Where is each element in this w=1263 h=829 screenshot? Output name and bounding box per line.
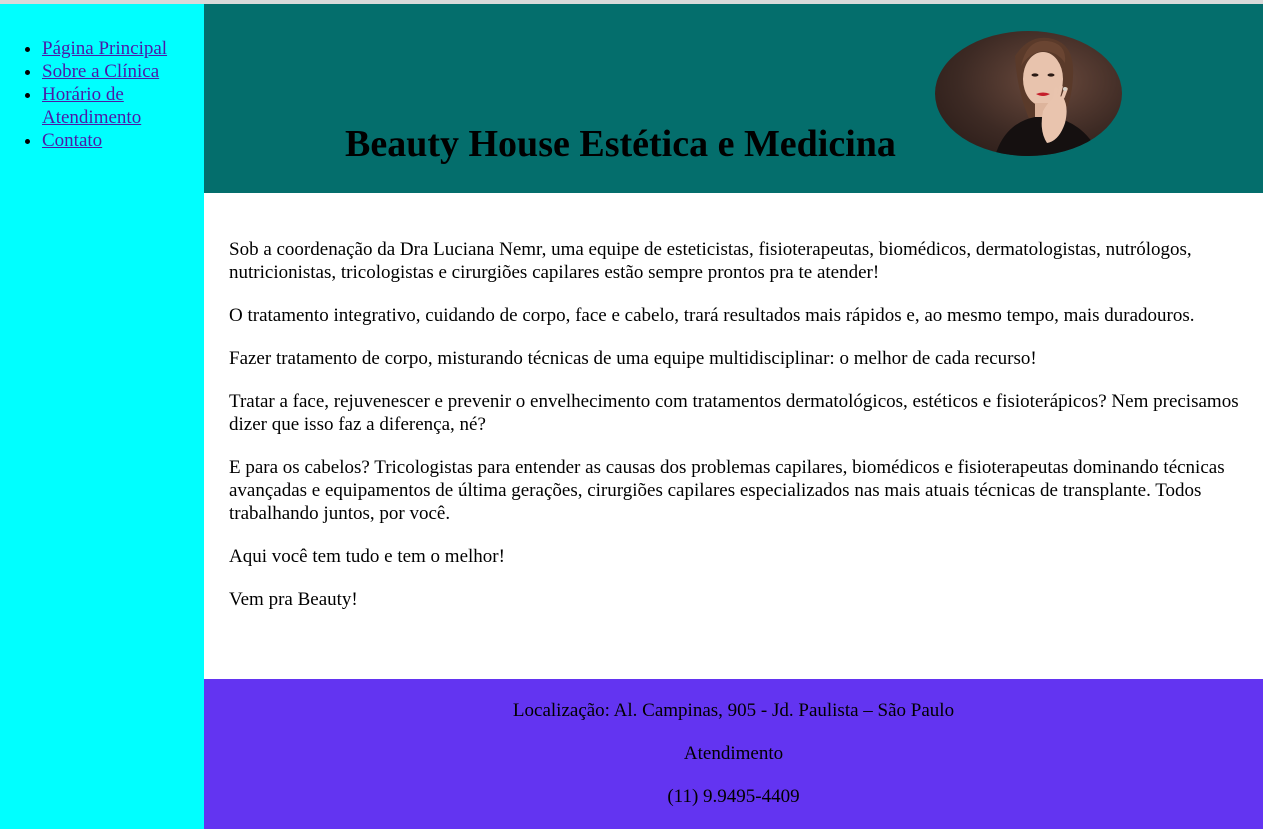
main-content: Sob a coordenação da Dra Luciana Nemr, u…	[204, 193, 1263, 679]
paragraph-best: Aqui você tem tudo e tem o melhor!	[229, 546, 505, 567]
content-body: Sob a coordenação da Dra Luciana Nemr, u…	[229, 238, 1239, 631]
paragraph-face: Tratar a face, rejuvenescer e prevenir o…	[229, 391, 1239, 435]
footer-phone: (11) 9.9495-4409	[667, 786, 800, 807]
footer-service: Atendimento	[683, 743, 784, 764]
nav-item-about: Sobre a Clínica	[42, 60, 192, 83]
nav-link-about[interactable]: Sobre a Clínica	[42, 61, 159, 82]
nav-link-home[interactable]: Página Principal	[42, 38, 167, 59]
sidebar-nav: Página Principal Sobre a Clínica Horário…	[0, 4, 204, 829]
paragraph-body: Fazer tratamento de corpo, misturando té…	[229, 348, 1037, 369]
footer-location: Localização: Al. Campinas, 905 - Jd. Pau…	[512, 700, 955, 721]
nav-item-contact: Contato	[42, 129, 192, 152]
paragraph-integrative: O tratamento integrativo, cuidando de co…	[229, 305, 1195, 326]
nav-list: Página Principal Sobre a Clínica Horário…	[0, 37, 192, 152]
paragraph-hair: E para os cabelos? Tricologistas para en…	[229, 457, 1225, 524]
nav-item-hours: Horário de Atendimento	[42, 83, 192, 129]
page-footer: Localização: Al. Campinas, 905 - Jd. Pau…	[204, 679, 1263, 829]
paragraph-closing: Vem pra Beauty!	[229, 589, 358, 610]
page-title: Beauty House Estética e Medicina	[345, 123, 896, 165]
page-header: Beauty House Estética e Medicina	[204, 4, 1263, 193]
nav-item-home: Página Principal	[42, 37, 192, 60]
nav-link-hours[interactable]: Horário de Atendimento	[42, 84, 141, 128]
header-portrait-image	[935, 31, 1122, 156]
paragraph-team: Sob a coordenação da Dra Luciana Nemr, u…	[229, 239, 1192, 283]
nav-link-contact[interactable]: Contato	[42, 130, 102, 151]
portrait-illustration	[995, 37, 1100, 156]
